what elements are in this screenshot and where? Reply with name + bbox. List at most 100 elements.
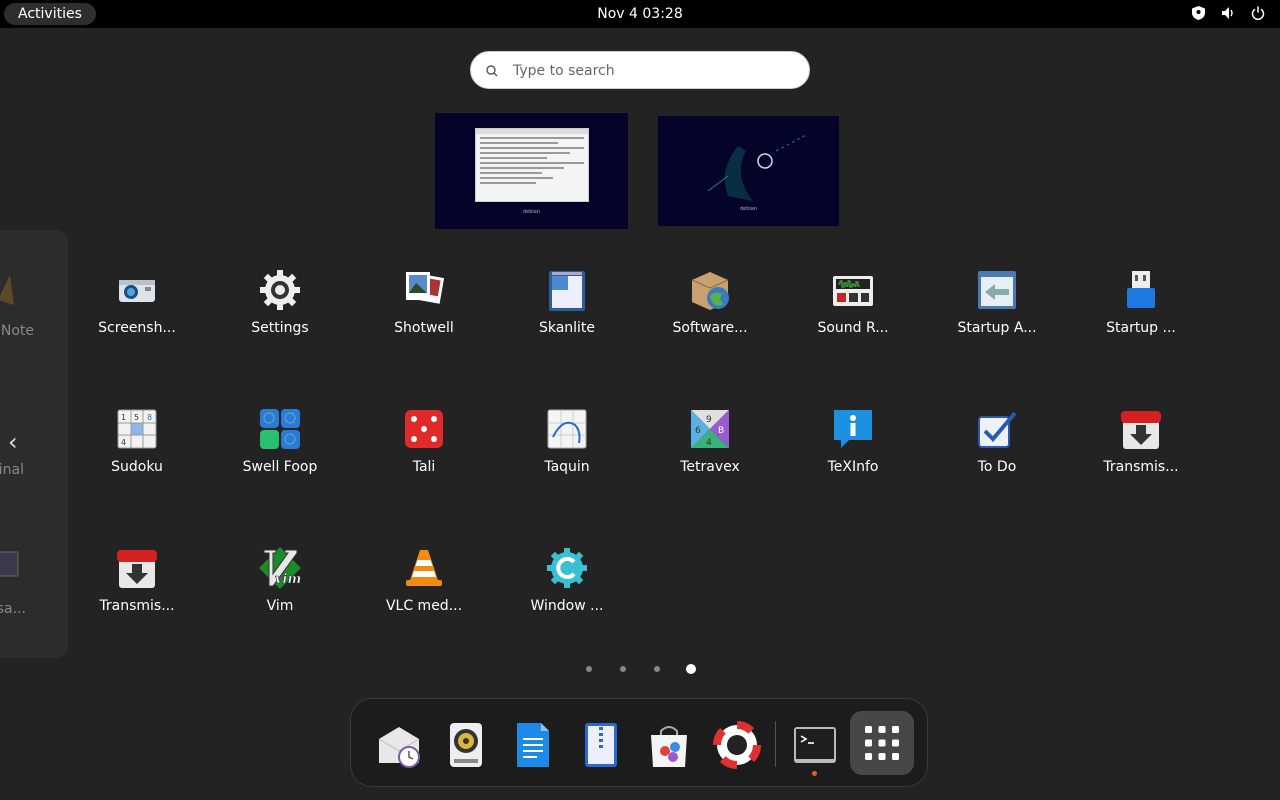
transmission-icon (115, 546, 159, 590)
app-label: Tali (412, 459, 436, 475)
workspace-thumbnail-2[interactable]: debian (658, 116, 839, 226)
page-dot-2[interactable] (620, 666, 626, 672)
sound-recorder-icon (831, 268, 875, 312)
side-panel-label: inal (0, 462, 24, 478)
svg-text:vim: vim (275, 572, 301, 587)
workspace-thumbnail-1[interactable]: debian (435, 113, 628, 229)
settings-gear-icon (258, 268, 302, 312)
app-label: Settings (251, 320, 309, 336)
evolution-mail-icon[interactable] (375, 721, 423, 769)
app-label: Sound R... (817, 320, 889, 336)
swell-foop-icon (258, 407, 302, 451)
app-label: Swell Foop (242, 459, 318, 475)
app-label: Taquin (544, 459, 590, 475)
search-icon (485, 63, 501, 79)
app-vlc[interactable]: VLC med... (364, 546, 484, 646)
software-store-icon[interactable] (645, 721, 693, 769)
file-archive-icon[interactable] (577, 721, 625, 769)
show-apps-button[interactable] (850, 711, 914, 775)
app-texinfo[interactable]: TeXInfo (793, 407, 913, 507)
svg-text:6: 6 (695, 426, 701, 436)
vim-icon: vim (258, 546, 302, 590)
svg-text:4: 4 (121, 438, 126, 447)
running-indicator (812, 771, 817, 776)
page-dot-3[interactable] (654, 666, 660, 672)
previous-page-arrow-icon[interactable]: ‹ (8, 428, 28, 456)
debian-watermark: debian (739, 206, 758, 212)
rhythmbox-icon[interactable] (442, 721, 490, 769)
startup-disk-usb-icon (1119, 268, 1163, 312)
app-tali[interactable]: Tali (364, 407, 484, 507)
app-taquin[interactable]: Taquin (507, 407, 627, 507)
app-startup-applications[interactable]: Startup A... (937, 268, 1057, 368)
vlc-cone-icon (402, 546, 446, 590)
power-icon[interactable] (1250, 5, 1266, 21)
app-label: Startup ... (1106, 320, 1176, 336)
terminal-icon[interactable] (791, 721, 839, 769)
screenshot-icon (115, 268, 159, 312)
app-label: TeXInfo (827, 459, 879, 475)
transmission-icon (1119, 407, 1163, 451)
software-package-icon (688, 268, 732, 312)
app-label: Window ... (530, 598, 604, 614)
app-vim[interactable]: vim Vim (220, 546, 340, 646)
partial-app-icon (0, 550, 20, 580)
app-transmission-2[interactable]: Transmis... (77, 546, 197, 646)
app-label: Screensh... (98, 320, 176, 336)
svg-text:5: 5 (134, 413, 139, 422)
window-compiz-icon (545, 546, 589, 590)
page-dot-1[interactable] (586, 666, 592, 672)
app-skanlite[interactable]: Skanlite (507, 268, 627, 368)
dock-separator (775, 721, 776, 767)
svg-text:4: 4 (706, 438, 712, 448)
dash-dock (350, 698, 928, 787)
tetravex-icon: 9B 64 (688, 407, 732, 451)
app-to-do[interactable]: To Do (937, 407, 1057, 507)
top-bar: Activities Nov 4 03:28 (0, 0, 1280, 28)
app-tetravex[interactable]: 9B 64 Tetravex (650, 407, 770, 507)
page-dot-4[interactable] (686, 664, 696, 674)
tali-dice-icon (402, 407, 446, 451)
sudoku-icon: 1584 (115, 407, 159, 451)
shield-icon[interactable] (1190, 5, 1206, 21)
app-label: Startup A... (957, 320, 1037, 336)
side-panel-label: isa... (0, 601, 26, 617)
texinfo-icon (831, 407, 875, 451)
app-label: Vim (266, 598, 294, 614)
svg-text:8: 8 (147, 413, 152, 422)
app-screenshot[interactable]: Screensh... (77, 268, 197, 368)
todo-checkbox-icon (975, 407, 1019, 451)
activities-button[interactable]: Activities (4, 3, 96, 25)
app-startup-disk[interactable]: Startup ... (1081, 268, 1201, 368)
app-label: Software... (672, 320, 748, 336)
side-panel-label: Note (0, 323, 34, 339)
writer-document-icon[interactable] (509, 721, 557, 769)
app-sudoku[interactable]: 1584 Sudoku (77, 407, 197, 507)
app-shotwell[interactable]: Shotwell (364, 268, 484, 368)
app-label: Transmis... (99, 598, 175, 614)
clock-button[interactable]: Nov 4 03:28 (597, 6, 682, 22)
svg-text:B: B (718, 426, 724, 436)
app-label: Sudoku (111, 459, 163, 475)
app-settings[interactable]: Settings (220, 268, 340, 368)
help-lifebuoy-icon[interactable] (713, 721, 761, 769)
app-swell-foop[interactable]: Swell Foop (220, 407, 340, 507)
app-label: Shotwell (394, 320, 454, 336)
app-label: Tetravex (680, 459, 740, 475)
taquin-icon (545, 407, 589, 451)
shotwell-photos-icon (402, 268, 446, 312)
search-input[interactable] (511, 52, 795, 90)
app-window-manager[interactable]: Window ... (507, 546, 627, 646)
debian-watermark: debian (522, 209, 541, 215)
terminal-window-thumbnail[interactable] (475, 128, 589, 202)
volume-icon[interactable] (1220, 5, 1236, 21)
app-software[interactable]: Software... (650, 268, 770, 368)
page-indicator (0, 664, 1280, 674)
search-box[interactable] (470, 51, 810, 90)
app-sound-recorder[interactable]: Sound R... (793, 268, 913, 368)
startup-applications-icon (975, 268, 1019, 312)
app-transmission[interactable]: Transmis... (1081, 407, 1201, 507)
system-tray[interactable] (1190, 5, 1266, 21)
clock-area: Nov 4 03:28 (0, 0, 1280, 28)
app-label: VLC med... (385, 598, 463, 614)
